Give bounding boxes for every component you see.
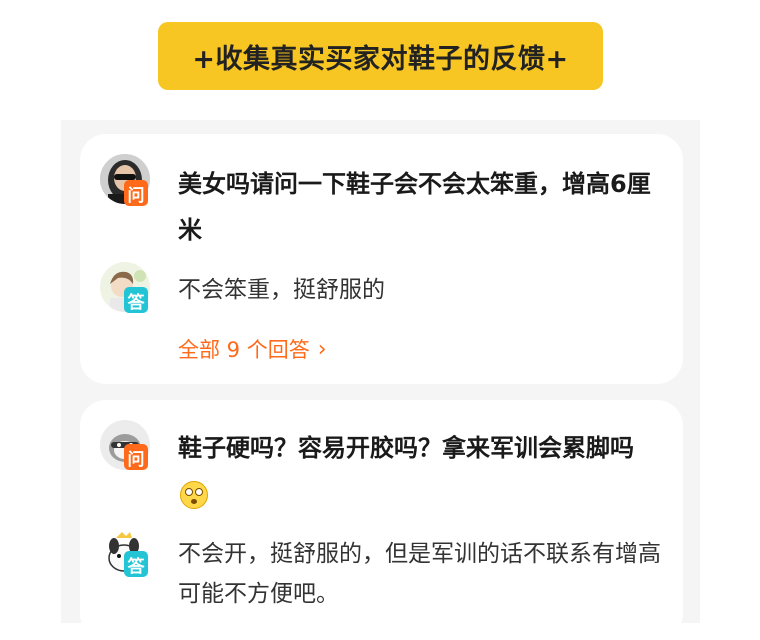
question-text-content: 鞋子硬吗？容易开胶吗？拿来军训会累脚吗 bbox=[178, 434, 634, 462]
question-text: 美女吗请问一下鞋子会不会太笨重，增高6厘米 bbox=[178, 170, 651, 244]
answer-text: 不会笨重，挺舒服的 bbox=[178, 277, 385, 303]
question-text: 鞋子硬吗？容易开胶吗？拿来军训会累脚吗 bbox=[178, 425, 658, 517]
question-badge: 问 bbox=[124, 444, 148, 470]
view-all-answers-label: 全部 9 个回答 bbox=[178, 338, 310, 362]
chevron-right-icon: › bbox=[317, 336, 327, 362]
answer-badge: 答 bbox=[124, 551, 148, 577]
question-badge: 问 bbox=[124, 180, 148, 206]
header-title: +收集真实买家对鞋子的反馈+ bbox=[192, 43, 569, 75]
answer-text: 不会开，挺舒服的，但是军训的话不联系有增高可能不方便吧。 bbox=[178, 541, 661, 607]
answer-badge: 答 bbox=[124, 287, 148, 313]
flushed-face-icon bbox=[180, 481, 208, 509]
view-all-answers-link[interactable]: 全部 9 个回答 › bbox=[178, 334, 327, 364]
feedback-header-button[interactable]: +收集真实买家对鞋子的反馈+ bbox=[158, 22, 603, 90]
